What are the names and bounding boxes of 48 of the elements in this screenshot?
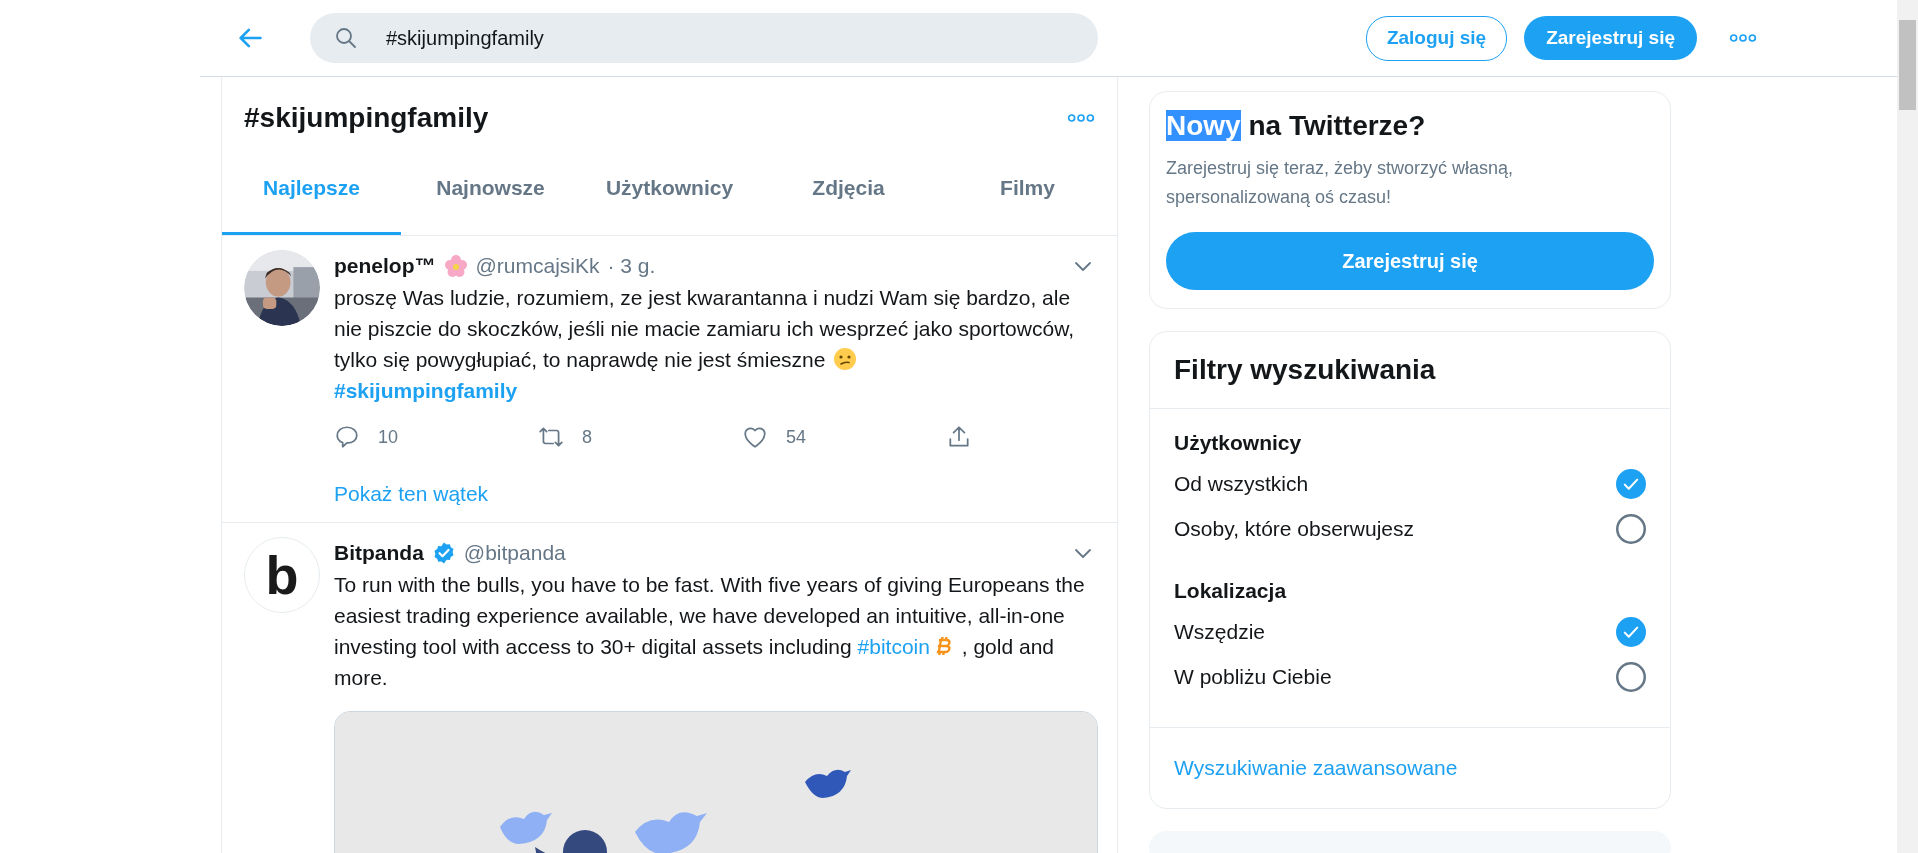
radio-button[interactable] — [1616, 513, 1646, 544]
hashtag-link[interactable]: #bitcoin — [857, 635, 930, 658]
tab[interactable]: Najlepsze — [222, 138, 401, 235]
author-handle[interactable]: @rumcajsiKk — [475, 254, 600, 278]
author-name[interactable]: penelop™ — [334, 254, 436, 278]
author-handle[interactable]: @bitpanda — [463, 541, 566, 565]
filter-option[interactable]: Od wszystkich — [1174, 471, 1309, 496]
tweet-text: To run with the bulls, you have to be fast. With five years of giving Europeans the easiest trading experience available, we have developed an intuitive, all-in-one investing tool with access to 30+ digital assets including #bitcoin , gold and more. — [334, 572, 1086, 691]
heart-icon[interactable] — [742, 424, 768, 450]
search-field[interactable]: #skijumpingfamily — [310, 13, 1098, 63]
filter-section-title: Użytkownicy — [1174, 430, 1303, 456]
filter-option[interactable]: Osoby, które obserwujesz — [1174, 516, 1415, 541]
card-title: na Twitterze? — [1247, 110, 1426, 141]
card-title: Nowy — [1166, 110, 1241, 141]
signup-button[interactable]: Zarejestruj się — [1524, 16, 1697, 60]
author-name[interactable]: Bitpanda — [334, 541, 424, 565]
radio-button[interactable] — [1616, 468, 1646, 499]
like-count: 54 — [786, 426, 807, 448]
hashtag-link[interactable]: #skijumpingfamily — [334, 379, 518, 402]
filters-title: Filtry wyszukiwania — [1150, 332, 1670, 409]
tab[interactable]: Najnowsze — [401, 138, 580, 235]
tab[interactable]: Użytkownicy — [580, 138, 759, 235]
tab[interactable]: Zdjęcia — [759, 138, 938, 235]
reply-count: 10 — [378, 426, 399, 448]
more-icon[interactable] — [1729, 33, 1757, 43]
show-thread-link[interactable]: Pokaż ten wątek — [334, 482, 489, 506]
flower-icon — [443, 254, 468, 278]
retweet-icon[interactable] — [538, 424, 564, 450]
filter-option[interactable]: Wszędzie — [1174, 619, 1266, 644]
page-title: #skijumpingfamily — [244, 102, 489, 134]
reply-icon[interactable] — [334, 424, 360, 450]
radio-button[interactable] — [1616, 661, 1646, 692]
filter-option[interactable]: W pobliżu Ciebie — [1174, 664, 1332, 689]
more-icon[interactable] — [1067, 113, 1095, 123]
search-icon — [334, 26, 358, 50]
filter-section-title: Lokalizacja — [1174, 578, 1288, 604]
signup-button[interactable]: Zarejestruj się — [1166, 232, 1654, 290]
share-icon[interactable] — [946, 424, 972, 450]
confused-face-icon — [833, 347, 858, 371]
login-button[interactable]: Zaloguj się — [1365, 15, 1508, 61]
tab[interactable]: Filmy — [938, 138, 1117, 235]
advanced-search-link[interactable]: Wyszukiwanie zaawansowane — [1174, 756, 1458, 779]
tweet-text: proszę Was ludzie, rozumiem, ze jest kwarantanna i nudzi Wam się bardzo, ale nie piszcie do skoczków, jeśli nie macie zamiaru ich wesprzeć jako sportowców, tylko się powygłupiać, to naprawdę nie jest śmieszne #skijumpingfamily — [334, 285, 1075, 404]
radio-button[interactable] — [1616, 616, 1646, 647]
retweet-count: 8 — [582, 426, 592, 448]
scrollbar[interactable] — [1897, 0, 1918, 853]
tweet-time[interactable]: · 3 g. — [607, 254, 656, 278]
card-text: Zarejestruj się teraz, żeby stworzyć własną, spersonalizowaną oś czasu! — [1166, 157, 1515, 209]
